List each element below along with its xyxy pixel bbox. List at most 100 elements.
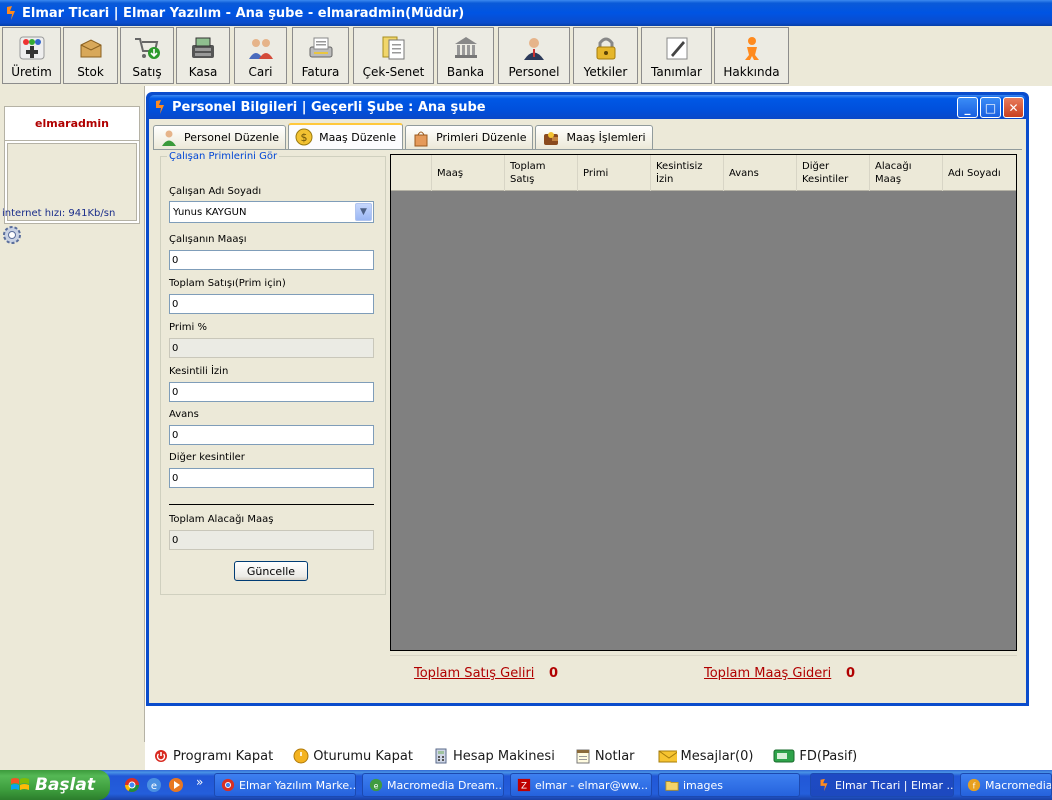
column-header-name[interactable]: Adı Soyadı [942, 155, 1016, 191]
start-button[interactable]: Başlat [0, 770, 110, 800]
toolbar-button-label: Üretim [11, 65, 52, 79]
taskbar-item[interactable]: Elmar Yazılım Marke... [214, 773, 356, 797]
windows-logo-icon [11, 778, 29, 790]
shortcut-flash-drive[interactable]: FD(Pasif) [773, 748, 857, 764]
column-header-leave[interactable]: Kesintisiz İzin [650, 155, 723, 191]
notes-icon [576, 749, 590, 764]
employee-select[interactable]: Yunus KAYGUN ▼ [169, 201, 374, 223]
chrome-icon[interactable] [124, 777, 140, 793]
toolbar-button-about[interactable]: Hakkında [714, 27, 789, 84]
shopping-bag-icon [414, 131, 428, 146]
shortcut-calculator[interactable]: Hesap Makinesi [433, 748, 555, 764]
toolbar-button-personnel[interactable]: Personel [498, 27, 570, 84]
minimize-button[interactable]: _ [957, 97, 978, 118]
toolbar-button-invoice[interactable]: Fatura [292, 27, 349, 84]
taskbar-item[interactable]: e Macromedia Dream... [362, 773, 504, 797]
advance-input[interactable]: 0 [169, 425, 374, 445]
tab-label: Primleri Düzenle [436, 131, 527, 144]
deducted-leave-input[interactable]: 0 [169, 382, 374, 402]
tab-strip: Personel Düzenle $ Maaş Düzenle Primleri… [153, 123, 655, 149]
toolbar-button-bank[interactable]: Banka [437, 27, 494, 84]
pencil-icon [663, 35, 691, 61]
tab-personnel-edit[interactable]: Personel Düzenle [153, 125, 287, 149]
toolbar-button-stock[interactable]: Stok [63, 27, 118, 84]
other-deductions-label: Diğer kesintiler [169, 452, 245, 463]
calculator-icon [435, 748, 447, 764]
box-icon [77, 35, 105, 61]
close-button[interactable]: ✕ [1003, 97, 1024, 118]
column-header-bonus[interactable]: Primi [577, 155, 650, 191]
app-title: Elmar Ticari | Elmar Yazılım - Ana şube … [22, 5, 465, 21]
employee-bonus-group: Çalışan Primlerini Gör Çalışan Adı Soyad… [160, 151, 386, 595]
tab-salary-edit[interactable]: $ Maaş Düzenle [288, 123, 404, 149]
column-header-salary[interactable]: Maaş [431, 155, 504, 191]
cash-register-icon [189, 35, 217, 61]
shortcut-label: Mesajlar(0) [680, 748, 754, 764]
toolbar-button-label: Stok [77, 65, 104, 79]
shortcut-notes[interactable]: Notlar [575, 748, 635, 764]
lock-icon [592, 35, 620, 61]
toolbar-button-permissions[interactable]: Yetkiler [573, 27, 638, 84]
window-title-bar[interactable]: Personel Bilgileri | Geçerli Şube : Ana … [149, 95, 1026, 119]
total-sales-input[interactable]: 0 [169, 294, 374, 314]
column-header-receivable[interactable]: Alacağı Maaş [869, 155, 942, 191]
shortcut-logout[interactable]: Oturumu Kapat [293, 748, 413, 764]
tab-salary-operations[interactable]: Maaş İşlemleri [535, 125, 653, 149]
taskbar-item-active[interactable]: Elmar Ticari | Elmar ... [810, 773, 954, 797]
taskbar-item[interactable]: Z elmar - elmar@ww... [510, 773, 652, 797]
tab-bonus-edit[interactable]: Primleri Düzenle [405, 125, 534, 149]
documents-icon [380, 35, 408, 61]
media-player-icon[interactable] [168, 777, 184, 793]
user-box: elmaradmin [4, 106, 140, 224]
toolbar-button-cash[interactable]: Kasa [176, 27, 230, 84]
toolbar-button-accounts[interactable]: Cari [234, 27, 287, 84]
row-header-cell [391, 155, 431, 191]
bonus-percent-field: 0 [169, 338, 374, 358]
svg-text:f: f [973, 782, 976, 791]
salary-grid[interactable]: Maaş Toplam Satış Primi Kesintisiz İzin … [390, 154, 1017, 651]
shortcut-label: FD(Pasif) [799, 748, 858, 764]
production-icon [18, 35, 46, 61]
taskbar-item[interactable]: images [658, 773, 800, 797]
employee-name-label: Çalışan Adı Soyadı [169, 186, 262, 197]
shortcut-label: Notlar [594, 748, 635, 764]
gear-icon[interactable] [1, 224, 23, 246]
salary-input[interactable]: 0 [169, 250, 374, 270]
total-sales-income-link[interactable]: Toplam Satış Geliri [414, 666, 534, 681]
explorer-icon[interactable]: e [146, 777, 162, 793]
divider-line [169, 504, 374, 505]
internet-speed-text: internet hızı: 941Kb/sn [2, 208, 116, 219]
column-header-advance[interactable]: Avans [723, 155, 796, 191]
app-logo-icon [156, 100, 164, 114]
other-deductions-input[interactable]: 0 [169, 468, 374, 488]
column-header-total-sales[interactable]: Toplam Satış [504, 155, 577, 191]
info-figure-icon [738, 35, 766, 61]
maximize-button[interactable]: □ [980, 97, 1001, 118]
bonus-percent-label: Primi % [169, 322, 207, 333]
toolbar-button-production[interactable]: Üretim [2, 27, 61, 84]
update-button[interactable]: Güncelle [234, 561, 308, 581]
toolbar-button-sales[interactable]: Satış [120, 27, 174, 84]
power-icon [155, 750, 167, 762]
personnel-window: Personel Bilgileri | Geçerli Şube : Ana … [146, 92, 1029, 706]
column-header-other-deductions[interactable]: Diğer Kesintiler [796, 155, 869, 191]
flash-icon: f [967, 778, 981, 792]
shortcut-label: Programı Kapat [173, 748, 274, 764]
shortcut-messages[interactable]: Mesajlar(0) [655, 748, 754, 764]
current-username: elmaradmin [5, 107, 139, 141]
toolbar-button-cheque[interactable]: Çek-Senet [353, 27, 434, 84]
main-toolbar: Üretim Stok Satış Kasa Cari Fatura Çek-S… [0, 26, 1052, 86]
taskbar-item[interactable]: f Macromedia F [960, 773, 1052, 797]
salary-label: Çalışanın Maaşı [169, 234, 247, 245]
app-logo-icon [7, 6, 15, 20]
logout-icon [293, 748, 309, 764]
total-salary-expense-link[interactable]: Toplam Maaş Gideri [704, 666, 831, 681]
total-sales-label: Toplam Satışı(Prim için) [169, 278, 286, 289]
shortcut-close-program[interactable]: Programı Kapat [153, 748, 273, 764]
quicklaunch-overflow[interactable]: » [196, 775, 203, 789]
window-title: Personel Bilgileri | Geçerli Şube : Ana … [172, 99, 486, 115]
toolbar-button-definitions[interactable]: Tanımlar [641, 27, 712, 84]
shortcut-bar: Programı Kapat Oturumu Kapat Hesap Makin… [145, 742, 1052, 770]
taskbar-item-label: images [683, 778, 723, 792]
chevron-down-icon[interactable]: ▼ [355, 203, 372, 221]
